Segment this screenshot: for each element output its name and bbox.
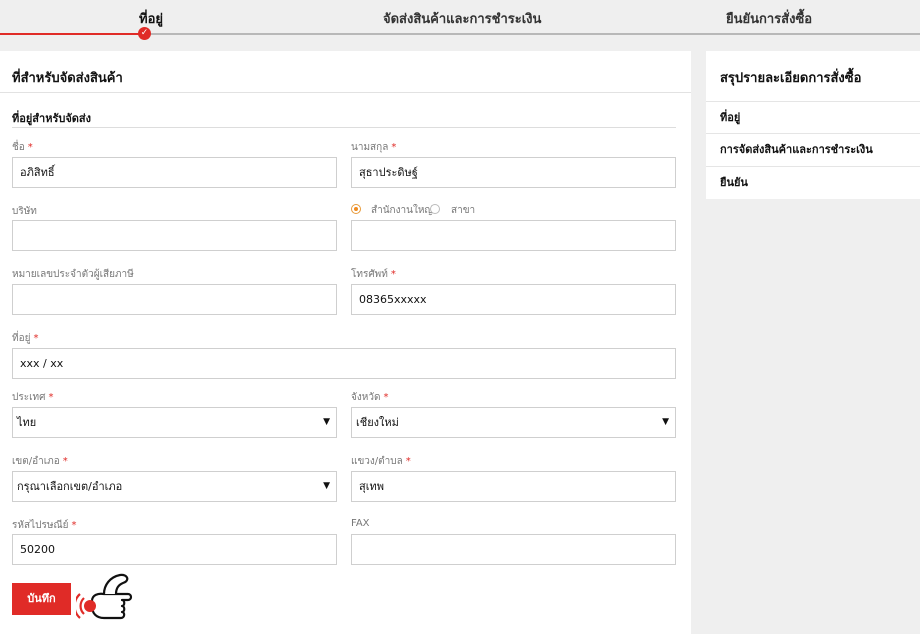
subdistrict-label: แขวง/ตำบล * (351, 456, 411, 467)
summary-item-address[interactable]: ที่อยู่ (706, 101, 920, 133)
pointing-hand-icon (76, 573, 133, 620)
summary-title: สรุปรายละเอียดการสั่งซื้อ (720, 71, 862, 86)
branch-radio[interactable] (430, 204, 440, 214)
dropdown-arrow-icon: ▼ (323, 417, 330, 427)
country-select[interactable]: ไทย ▼ (12, 407, 337, 438)
last-name-field[interactable]: สุธาประดิษฐ์ (351, 157, 676, 188)
company-field[interactable] (12, 220, 337, 251)
divider (0, 92, 691, 93)
postcode-field[interactable]: 50200 (12, 534, 337, 565)
country-label: ประเทศ * (12, 392, 54, 403)
subdistrict-field[interactable]: สุเทพ (351, 471, 676, 502)
summary-item-shipping-payment[interactable]: การจัดส่งสินค้าและการชำระเงิน (706, 133, 920, 165)
check-icon: ✓ (138, 27, 151, 40)
phone-field[interactable]: 08365xxxxx (351, 284, 676, 315)
province-select[interactable]: เชียงใหม่ ▼ (351, 407, 676, 438)
panel-title: ที่สำหรับจัดส่งสินค้า (12, 71, 123, 86)
dropdown-arrow-icon: ▼ (323, 481, 330, 491)
step-shipping-payment[interactable]: จัดส่งสินค้าและการชำระเงิน (383, 8, 541, 29)
order-summary-panel: สรุปรายละเอียดการสั่งซื้อ ที่อยู่ การจัด… (706, 51, 920, 199)
last-name-label: นามสกุล * (351, 142, 397, 153)
phone-label: โทรศัพท์ * (351, 269, 396, 280)
branch-label: สาขา (451, 205, 476, 216)
branch-field[interactable] (351, 220, 676, 251)
save-button[interactable]: บันทึก (12, 583, 71, 615)
province-value: เชียงใหม่ (356, 416, 399, 429)
divider (12, 127, 676, 128)
checkout-steps: ที่อยู่ จัดส่งสินค้าและการชำระเงิน ยืนยั… (0, 0, 920, 40)
step-confirm[interactable]: ยืนยันการสั่งซื้อ (726, 8, 812, 29)
step-address[interactable]: ที่อยู่ (139, 8, 163, 29)
section-title: ที่อยู่สำหรับจัดส่ง (12, 112, 92, 125)
district-select[interactable]: กรุณาเลือกเขต/อำเภอ ▼ (12, 471, 337, 502)
fax-label: FAX (351, 518, 370, 529)
province-label: จังหวัด * (351, 392, 389, 403)
district-value: กรุณาเลือกเขต/อำเภอ (17, 480, 123, 493)
dropdown-arrow-icon: ▼ (662, 417, 669, 427)
district-label: เขต/อำเภอ * (12, 456, 68, 467)
head-office-radio[interactable] (351, 204, 361, 214)
steps-progress (0, 33, 145, 35)
tax-id-field[interactable] (12, 284, 337, 315)
summary-item-confirm[interactable]: ยืนยัน (706, 166, 920, 198)
postcode-label: รหัสไปรษณีย์ * (12, 520, 77, 531)
fax-field[interactable] (351, 534, 676, 565)
tax-id-label: หมายเลขประจำตัวผู้เสียภาษี (12, 269, 134, 280)
address-label: ที่อยู่ * (12, 333, 39, 344)
first-name-field[interactable]: อภิสิทธิ์ (12, 157, 337, 188)
shipping-address-panel: ที่สำหรับจัดส่งสินค้า ที่อยู่สำหรับจัดส่… (0, 51, 691, 634)
first-name-label: ชื่อ * (12, 142, 33, 153)
company-label: บริษัท (12, 206, 37, 217)
address-field[interactable]: xxx / xx (12, 348, 676, 379)
head-office-label: สำนักงานใหญ่ (371, 205, 433, 216)
country-value: ไทย (17, 416, 37, 429)
